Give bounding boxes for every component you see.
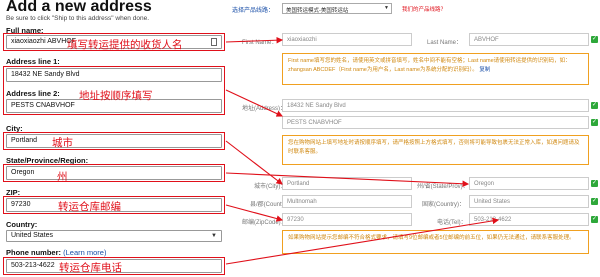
product-line-label: 选择产品线路： [232,8,275,14]
phone-label-text: Phone number: [6,248,62,257]
copy-link[interactable]: 复制 [479,67,490,73]
forwarder-address-form: 选择产品线路： 美国转运模式-美国转运站 ▼ 我们的产品线路？ First Na… [232,0,600,277]
form-hint: Be sure to click "Ship to this address" … [6,15,149,22]
zip-tip-text: 如果购物网站提示您邮编不符合格式要求，请填写9位邮编或者5位邮编的前五位，如果仍… [288,235,575,241]
city-highlight-box [3,132,225,150]
country-value-right: United States [474,199,511,205]
annotation-name: 填写转运提供的收货人名 [67,39,183,51]
check-icon: ✓ [591,36,598,43]
address-tip-box: 您在购物网站上填写地址时请按顺序填写，请严格按照上方格式填写，否则将可能导致包裹… [282,135,589,165]
last-name-value: ABVHOF [474,37,499,43]
state-label-right: 州/省(State/Prov)： [417,184,469,190]
check-icon: ✓ [591,102,598,109]
county-input[interactable]: Multnomah [282,195,412,208]
annotation-address: 地址按顺序填写 [79,90,153,102]
city-input[interactable]: Portland [282,177,412,190]
product-line-help-link[interactable]: 我们的产品线路？ [402,5,446,13]
check-icon: ✓ [591,180,598,187]
zip-label-right: 邮编(ZipCode)： [242,220,287,226]
annotation-phone: 转运仓库电话 [59,262,122,274]
annotation-city: 城市 [52,137,73,149]
tel-label: 电话(Tel)： [437,220,467,226]
first-name-input[interactable]: xiaoxiaozhi [282,33,412,46]
state-value-right: Oregon [474,181,495,187]
chevron-down-icon: ▼ [211,233,217,239]
first-name-value: xiaoxiaozhi [287,37,317,43]
chevron-down-icon: ▼ [384,5,389,11]
country-value: United States [11,232,54,239]
name-tip-text: First name填写您的姓名，请使用英文或拼音填写，姓名中间不能有空格；La… [288,58,571,73]
address-tip-text: 您在购物网站上填写地址时请按顺序填写，请严格按照上方格式填写，否则将可能导致包裹… [288,140,580,155]
city-value-right: Portland [287,181,310,187]
address-label: 地址(Address)： [242,106,287,112]
name-tip-box: First name填写您的姓名，请使用英文或拼音填写，姓名中间不能有空格；La… [282,53,589,85]
form-title: Add a new address [6,0,152,15]
state-input[interactable]: Oregon [469,177,589,190]
zip-input[interactable]: 97230 [282,213,412,226]
state-highlight-box [3,164,225,182]
address2-input[interactable]: PESTS CNABVHOF [282,116,589,129]
country-select[interactable]: United States ▼ [6,230,222,242]
tel-value: 503-213-4622 [474,217,512,223]
country-label: Country: [6,220,38,229]
zip-tip-box: 如果购物网站提示您邮编不符合格式要求，请填写9位邮编或者5位邮编的前五位，如果仍… [282,230,589,254]
check-icon: ✓ [591,119,598,126]
last-name-label: Last Name： [427,40,463,46]
country-label-right: 国家(Country)： [422,202,466,208]
address-line1-label: Address line 1: [6,57,60,66]
annotation-zip: 转运仓库邮编 [58,201,121,213]
learn-more-link[interactable]: (Learn more) [63,248,106,257]
product-line-select[interactable]: 美国转运模式-美国转运站 ▼ [282,3,392,14]
address2-value: PESTS CNABVHOF [287,120,342,126]
first-name-label: First Name： [242,40,278,46]
annotation-state: 州 [57,171,68,183]
zip-value-right: 97230 [287,217,304,223]
phone-label: Phone number: (Learn more) [6,248,106,257]
product-line-value: 美国转运模式-美国转运站 [286,8,349,14]
address1-input[interactable]: 18432 NE Sandy Blvd [282,99,589,112]
address1-value: 18432 NE Sandy Blvd [287,103,346,109]
county-value: Multnomah [287,199,317,205]
check-icon: ✓ [591,216,598,223]
tel-input[interactable]: 503-213-4622 [469,213,589,226]
country-input[interactable]: United States [469,195,589,208]
check-icon: ✓ [591,198,598,205]
last-name-input[interactable]: ABVHOF [469,33,589,46]
